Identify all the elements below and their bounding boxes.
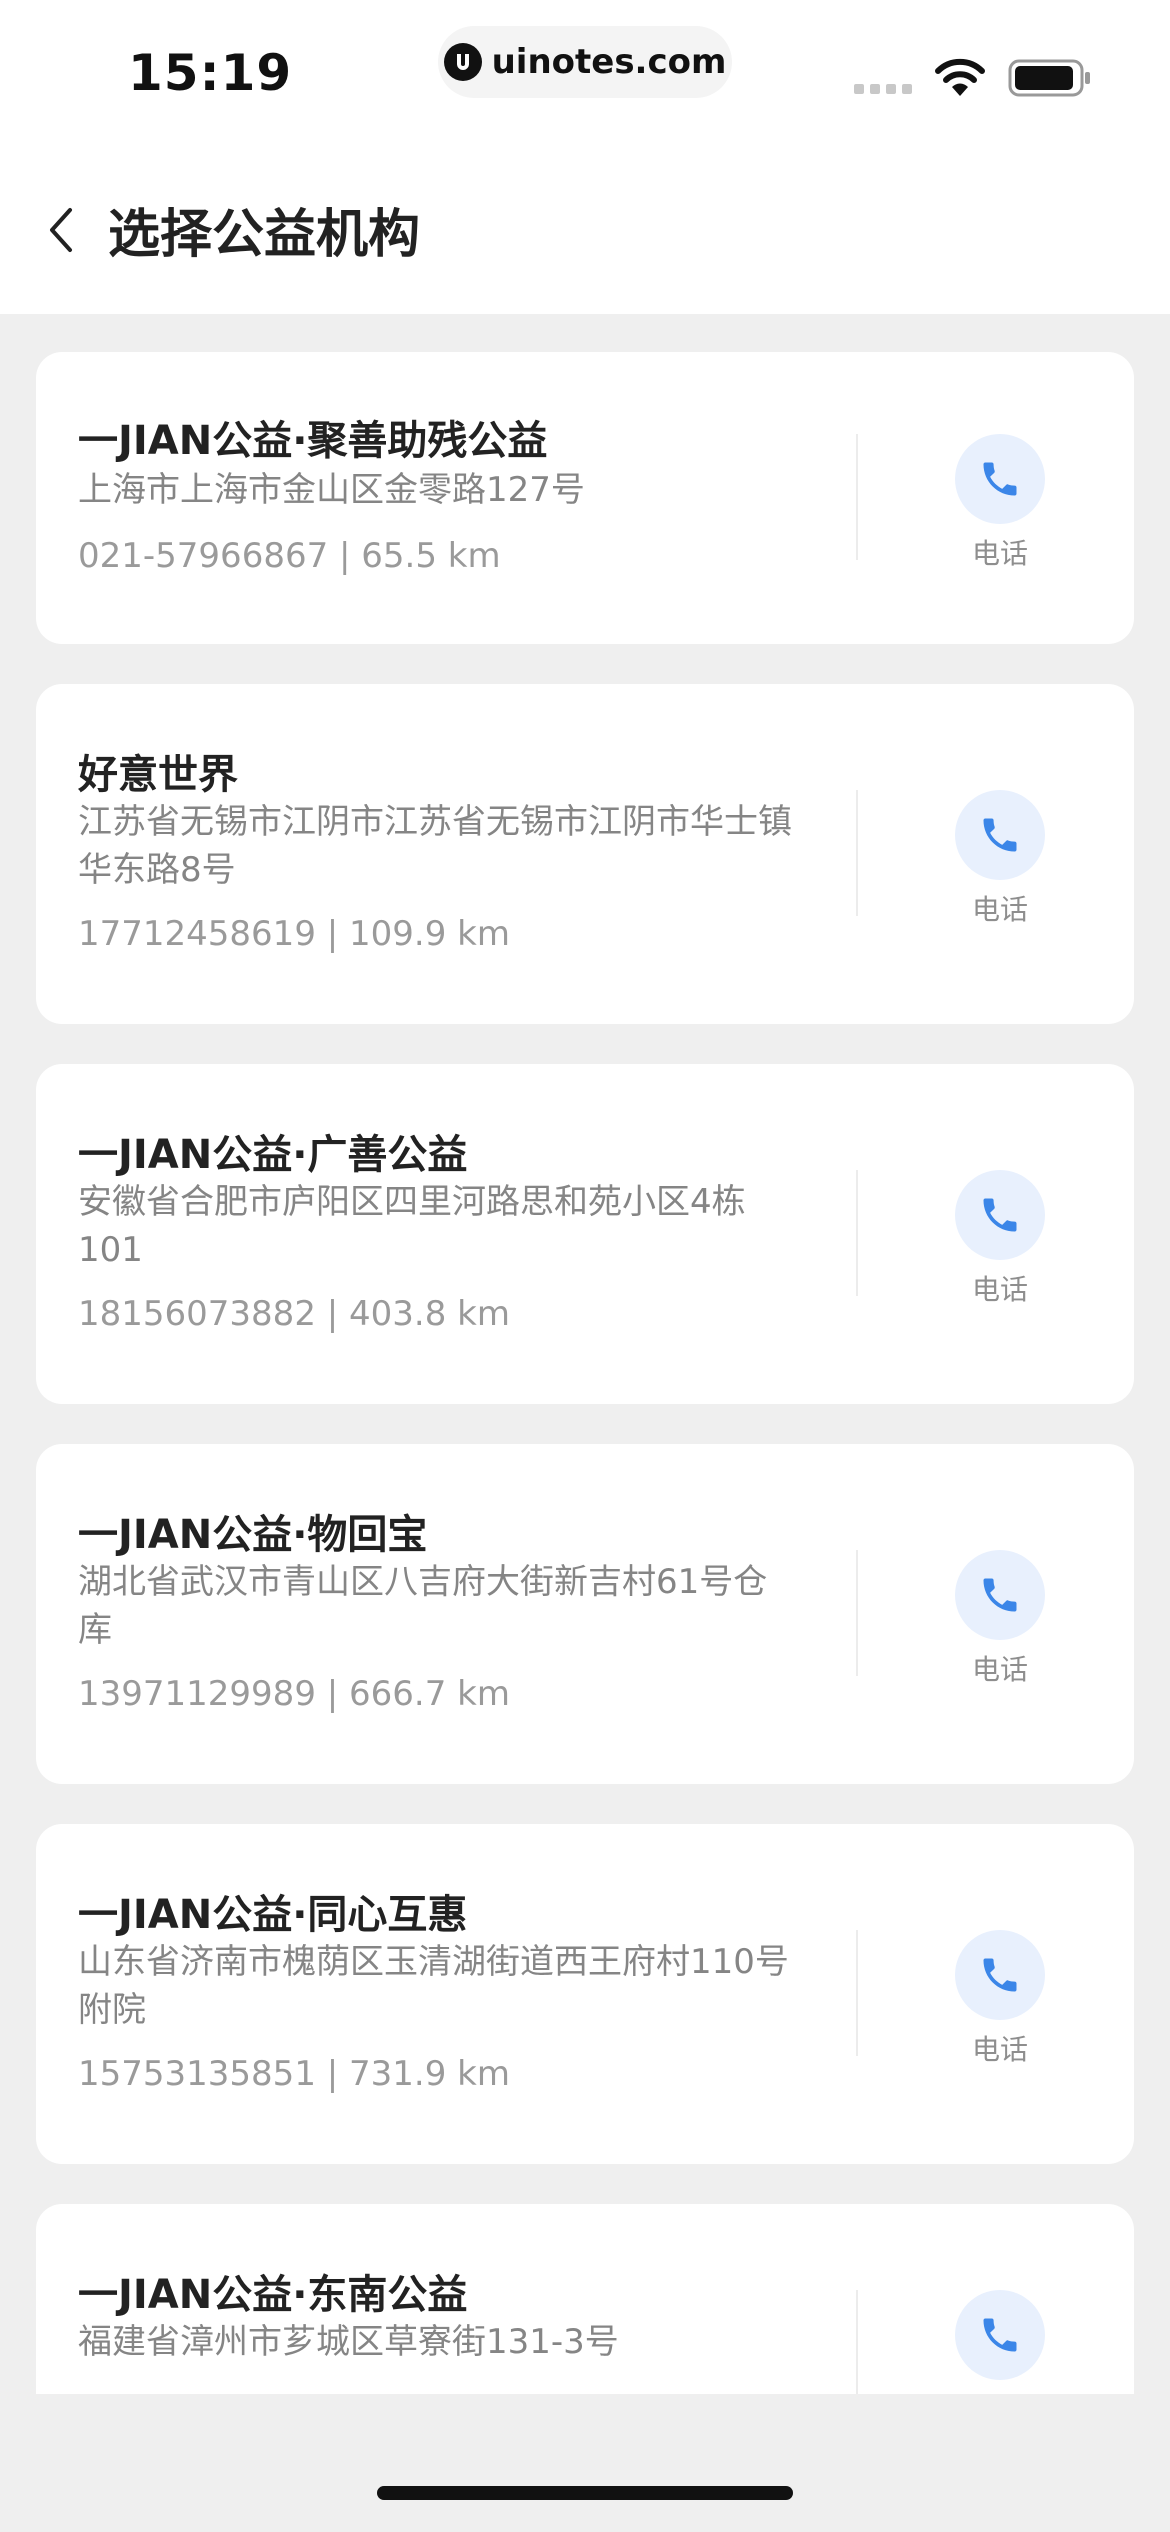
organization-card[interactable]: 一JIAN公益·广善公益 安徽省合肥市庐阳区四里河路思和苑小区4栋101 181… [36, 1064, 1134, 1404]
organization-address: 安徽省合肥市庐阳区四里河路思和苑小区4栋101 [78, 1182, 746, 1270]
divider [856, 790, 858, 916]
chevron-left-icon [50, 208, 72, 252]
call-button[interactable]: 电话 [930, 790, 1070, 928]
organization-phone-distance: 18156073882 | 403.8 km [78, 1294, 510, 1334]
phone-icon [955, 1550, 1045, 1640]
call-label: 电话 [971, 2033, 1028, 2066]
divider [856, 1550, 858, 1676]
organization-card[interactable]: 一JIAN公益·聚善助残公益 上海市上海市金山区金零路127号 021-5796… [36, 352, 1134, 644]
organization-list[interactable]: 一JIAN公益·聚善助残公益 上海市上海市金山区金零路127号 021-5796… [0, 314, 1170, 2394]
header: 15:19 uinotes.com 选择公益机构 [0, 0, 1170, 314]
divider [856, 1930, 858, 2056]
divider [856, 434, 858, 560]
organization-card[interactable]: 一JIAN公益·东南公益 福建省漳州市芗城区草寮街131-3号 电话 [36, 2204, 1134, 2394]
call-button[interactable]: 电话 [930, 1550, 1070, 1688]
organization-card[interactable]: 好意世界 江苏省无锡市江阴市江苏省无锡市江阴市华士镇华东路8号 17712458… [36, 684, 1134, 1024]
site-logo-icon [443, 43, 482, 81]
organization-phone-distance: 021-57966867 | 65.5 km [78, 536, 501, 576]
call-button[interactable]: 电话 [930, 1930, 1070, 2068]
organization-phone-distance: 15753135851 | 731.9 km [78, 2054, 510, 2094]
divider [856, 2290, 858, 2394]
organization-phone-distance: 13971129989 | 666.7 km [78, 1674, 510, 1714]
url-text: uinotes.com [491, 42, 727, 82]
organization-card[interactable]: 一JIAN公益·物回宝 湖北省武汉市青山区八吉府大街新吉村61号仓库 13971… [36, 1444, 1134, 1784]
call-button[interactable]: 电话 [930, 2290, 1070, 2394]
organization-name: 一JIAN公益·物回宝 [78, 1512, 428, 1558]
organization-name: 一JIAN公益·聚善助残公益 [78, 418, 548, 464]
organization-name: 一JIAN公益·广善公益 [78, 1132, 468, 1178]
call-label: 电话 [971, 1653, 1028, 1686]
phone-icon [955, 434, 1045, 524]
back-button[interactable] [44, 204, 80, 256]
organization-name: 一JIAN公益·同心互惠 [78, 1892, 468, 1938]
home-area [0, 2394, 1170, 2532]
phone-icon [955, 1170, 1045, 1260]
call-label: 电话 [971, 893, 1028, 926]
signal-icon [854, 84, 912, 94]
organization-address: 山东省济南市槐荫区玉清湖街道西王府村110号附院 [78, 1942, 789, 2030]
phone-icon [955, 790, 1045, 880]
organization-phone-distance: 17712458619 | 109.9 km [78, 914, 510, 954]
call-button[interactable]: 电话 [930, 434, 1070, 572]
organization-address: 湖北省武汉市青山区八吉府大街新吉村61号仓库 [78, 1562, 768, 1650]
url-pill[interactable]: uinotes.com [438, 26, 732, 98]
organization-address: 福建省漳州市芗城区草寮街131-3号 [78, 2322, 619, 2362]
organization-card[interactable]: 一JIAN公益·同心互惠 山东省济南市槐荫区玉清湖街道西王府村110号附院 15… [36, 1824, 1134, 2164]
nav-bar: 选择公益机构 [0, 180, 1170, 276]
home-indicator[interactable] [377, 2486, 793, 2500]
organization-name: 好意世界 [78, 752, 238, 798]
organization-address: 上海市上海市金山区金零路127号 [78, 470, 585, 510]
status-time: 15:19 [128, 44, 293, 102]
page-title: 选择公益机构 [108, 205, 421, 265]
phone-icon [955, 2290, 1045, 2380]
organization-address: 江苏省无锡市江阴市江苏省无锡市江阴市华士镇华东路8号 [78, 802, 792, 890]
battery-icon [1008, 58, 1092, 102]
organization-name: 一JIAN公益·东南公益 [78, 2272, 468, 2318]
divider [856, 1170, 858, 1296]
wifi-icon [934, 58, 986, 102]
call-label: 电话 [971, 537, 1028, 570]
call-button[interactable]: 电话 [930, 1170, 1070, 1308]
phone-icon [955, 1930, 1045, 2020]
call-label: 电话 [971, 1273, 1028, 1306]
